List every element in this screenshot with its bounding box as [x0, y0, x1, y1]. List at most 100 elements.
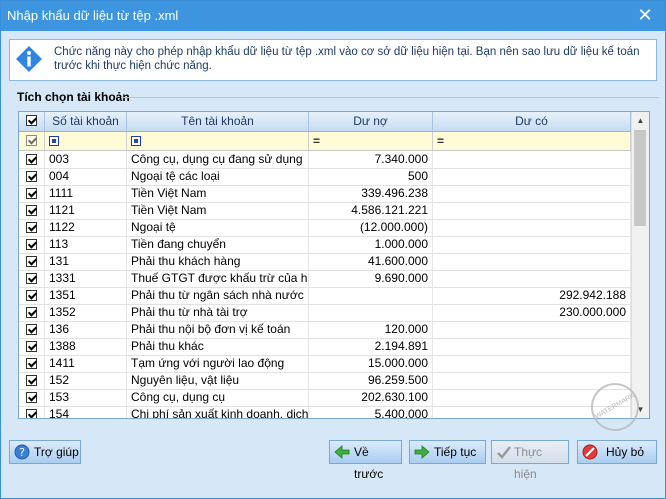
vertical-scrollbar[interactable]: ▲ ▼	[631, 112, 649, 418]
row-check-cell[interactable]	[19, 270, 45, 287]
col-debit[interactable]: Dư nợ	[309, 112, 433, 131]
cell-account-code[interactable]: 1121	[45, 202, 127, 219]
cell-account-code[interactable]: 1331	[45, 270, 127, 287]
row-check-cell[interactable]	[19, 287, 45, 304]
next-button[interactable]: Tiếp tục	[409, 440, 486, 464]
row-check-cell[interactable]	[19, 372, 45, 389]
filter-name[interactable]	[127, 132, 309, 150]
cell-debit[interactable]: 41.600.000	[309, 253, 433, 270]
cell-account-code[interactable]: 136	[45, 321, 127, 338]
row-checkbox[interactable]	[26, 324, 37, 335]
cell-credit[interactable]: 292.942.188	[433, 287, 631, 304]
table-row[interactable]: 1121 Tiền Việt Nam 4.586.121.221	[19, 202, 631, 220]
cell-account-code[interactable]: 154	[45, 406, 127, 418]
row-checkbox[interactable]	[26, 358, 37, 369]
cell-account-name[interactable]: Phải thu khác	[127, 338, 309, 355]
row-check-cell[interactable]	[19, 304, 45, 321]
row-check-cell[interactable]	[19, 406, 45, 418]
cell-credit[interactable]	[433, 168, 631, 185]
table-row[interactable]: 154 Chi phí sản xuất kinh doanh, dịch... 5…	[19, 406, 631, 418]
row-check-cell[interactable]	[19, 253, 45, 270]
col-account-name[interactable]: Tên tài khoản	[127, 112, 309, 131]
cell-debit[interactable]: 120.000	[309, 321, 433, 338]
row-checkbox[interactable]	[26, 290, 37, 301]
cell-debit[interactable]: 96.259.500	[309, 372, 433, 389]
row-check-cell[interactable]	[19, 151, 45, 168]
row-checkbox[interactable]	[26, 392, 37, 403]
table-row[interactable]: 152 Nguyên liệu, vật liệu 96.259.500	[19, 372, 631, 390]
table-row[interactable]: 131 Phải thu khách hàng 41.600.000	[19, 253, 631, 271]
cell-credit[interactable]	[433, 151, 631, 168]
table-row[interactable]: 1352 Phải thu từ nhà tài trợ 230.000.000	[19, 304, 631, 322]
cell-credit[interactable]	[433, 270, 631, 287]
cell-debit[interactable]: 1.000.000	[309, 236, 433, 253]
cell-debit[interactable]	[309, 287, 433, 304]
table-row[interactable]: 153 Công cụ, dụng cụ 202.630.100	[19, 389, 631, 407]
col-credit[interactable]: Dư có	[433, 112, 631, 131]
back-button[interactable]: Về trước	[329, 440, 402, 481]
cell-credit[interactable]	[433, 219, 631, 236]
help-button[interactable]: ? Trợ giúp	[9, 440, 81, 464]
row-check-cell[interactable]	[19, 168, 45, 185]
cell-account-name[interactable]: Tiền Việt Nam	[127, 202, 309, 219]
cell-account-name[interactable]: Chi phí sản xuất kinh doanh, dịch...	[127, 406, 309, 418]
select-all-checkbox[interactable]	[26, 115, 37, 126]
cell-account-code[interactable]: 1111	[45, 185, 127, 202]
cell-account-name[interactable]: Thuế GTGT được khấu trừ của hà...	[127, 270, 309, 287]
cell-account-code[interactable]: 152	[45, 372, 127, 389]
row-check-cell[interactable]	[19, 185, 45, 202]
cell-credit[interactable]: 230.000.000	[433, 304, 631, 321]
cell-account-name[interactable]: Công cụ, dụng cụ đang sử dụng	[127, 151, 309, 168]
close-icon[interactable]: ✕	[635, 5, 655, 25]
filter-equals-icon[interactable]: =	[313, 132, 320, 150]
row-check-cell[interactable]	[19, 355, 45, 372]
cell-account-code[interactable]: 153	[45, 389, 127, 406]
row-check-cell[interactable]	[19, 338, 45, 355]
cell-account-code[interactable]: 003	[45, 151, 127, 168]
cell-credit[interactable]	[433, 236, 631, 253]
cell-account-code[interactable]: 1351	[45, 287, 127, 304]
row-checkbox[interactable]	[26, 188, 37, 199]
cell-account-name[interactable]: Ngoại tệ các loại	[127, 168, 309, 185]
row-check-cell[interactable]	[19, 321, 45, 338]
filter-code[interactable]	[45, 132, 127, 150]
cell-account-name[interactable]: Phải thu từ nhà tài trợ	[127, 304, 309, 321]
filter-debit[interactable]: =	[309, 132, 433, 150]
row-checkbox[interactable]	[26, 171, 37, 182]
cell-account-code[interactable]: 004	[45, 168, 127, 185]
cell-debit[interactable]: 339.496.238	[309, 185, 433, 202]
cell-debit[interactable]: 15.000.000	[309, 355, 433, 372]
scroll-up-icon[interactable]: ▲	[632, 112, 649, 129]
cell-account-code[interactable]: 1352	[45, 304, 127, 321]
cell-account-name[interactable]: Phải thu nội bộ đơn vị kế toán	[127, 321, 309, 338]
row-checkbox[interactable]	[26, 205, 37, 216]
table-row[interactable]: 1111 Tiền Việt Nam 339.496.238	[19, 185, 631, 203]
cell-account-code[interactable]: 1122	[45, 219, 127, 236]
cell-debit[interactable]: 2.194.891	[309, 338, 433, 355]
cell-credit[interactable]	[433, 338, 631, 355]
table-row[interactable]: 1331 Thuế GTGT được khấu trừ của hà... 9.6…	[19, 270, 631, 288]
row-checkbox[interactable]	[26, 341, 37, 352]
table-row[interactable]: 1351 Phải thu từ ngân sách nhà nước 292.94…	[19, 287, 631, 305]
table-row[interactable]: 1388 Phải thu khác 2.194.891	[19, 338, 631, 356]
table-row[interactable]: 004 Ngoại tệ các loại 500	[19, 168, 631, 186]
cell-account-name[interactable]: Công cụ, dụng cụ	[127, 389, 309, 406]
row-checkbox[interactable]	[26, 239, 37, 250]
row-check-cell[interactable]	[19, 202, 45, 219]
cell-debit[interactable]: 9.690.000	[309, 270, 433, 287]
row-check-cell[interactable]	[19, 219, 45, 236]
cell-account-name[interactable]: Tiền đang chuyển	[127, 236, 309, 253]
table-row[interactable]: 1411 Tạm ứng với người lao động 15.000.000	[19, 355, 631, 373]
cell-credit[interactable]	[433, 185, 631, 202]
table-row[interactable]: 113 Tiền đang chuyển 1.000.000	[19, 236, 631, 254]
cancel-button[interactable]: Hủy bỏ	[577, 440, 657, 464]
row-checkbox[interactable]	[26, 273, 37, 284]
cell-debit[interactable]	[309, 304, 433, 321]
col-account-code[interactable]: Số tài khoản	[45, 112, 127, 131]
cell-debit[interactable]: 500	[309, 168, 433, 185]
cell-debit[interactable]: 7.340.000	[309, 151, 433, 168]
table-row[interactable]: 1122 Ngoại tệ (12.000.000)	[19, 219, 631, 237]
table-row[interactable]: 136 Phải thu nội bộ đơn vị kế toán 120.000	[19, 321, 631, 339]
cell-account-name[interactable]: Phải thu từ ngân sách nhà nước	[127, 287, 309, 304]
row-checkbox[interactable]	[26, 375, 37, 386]
